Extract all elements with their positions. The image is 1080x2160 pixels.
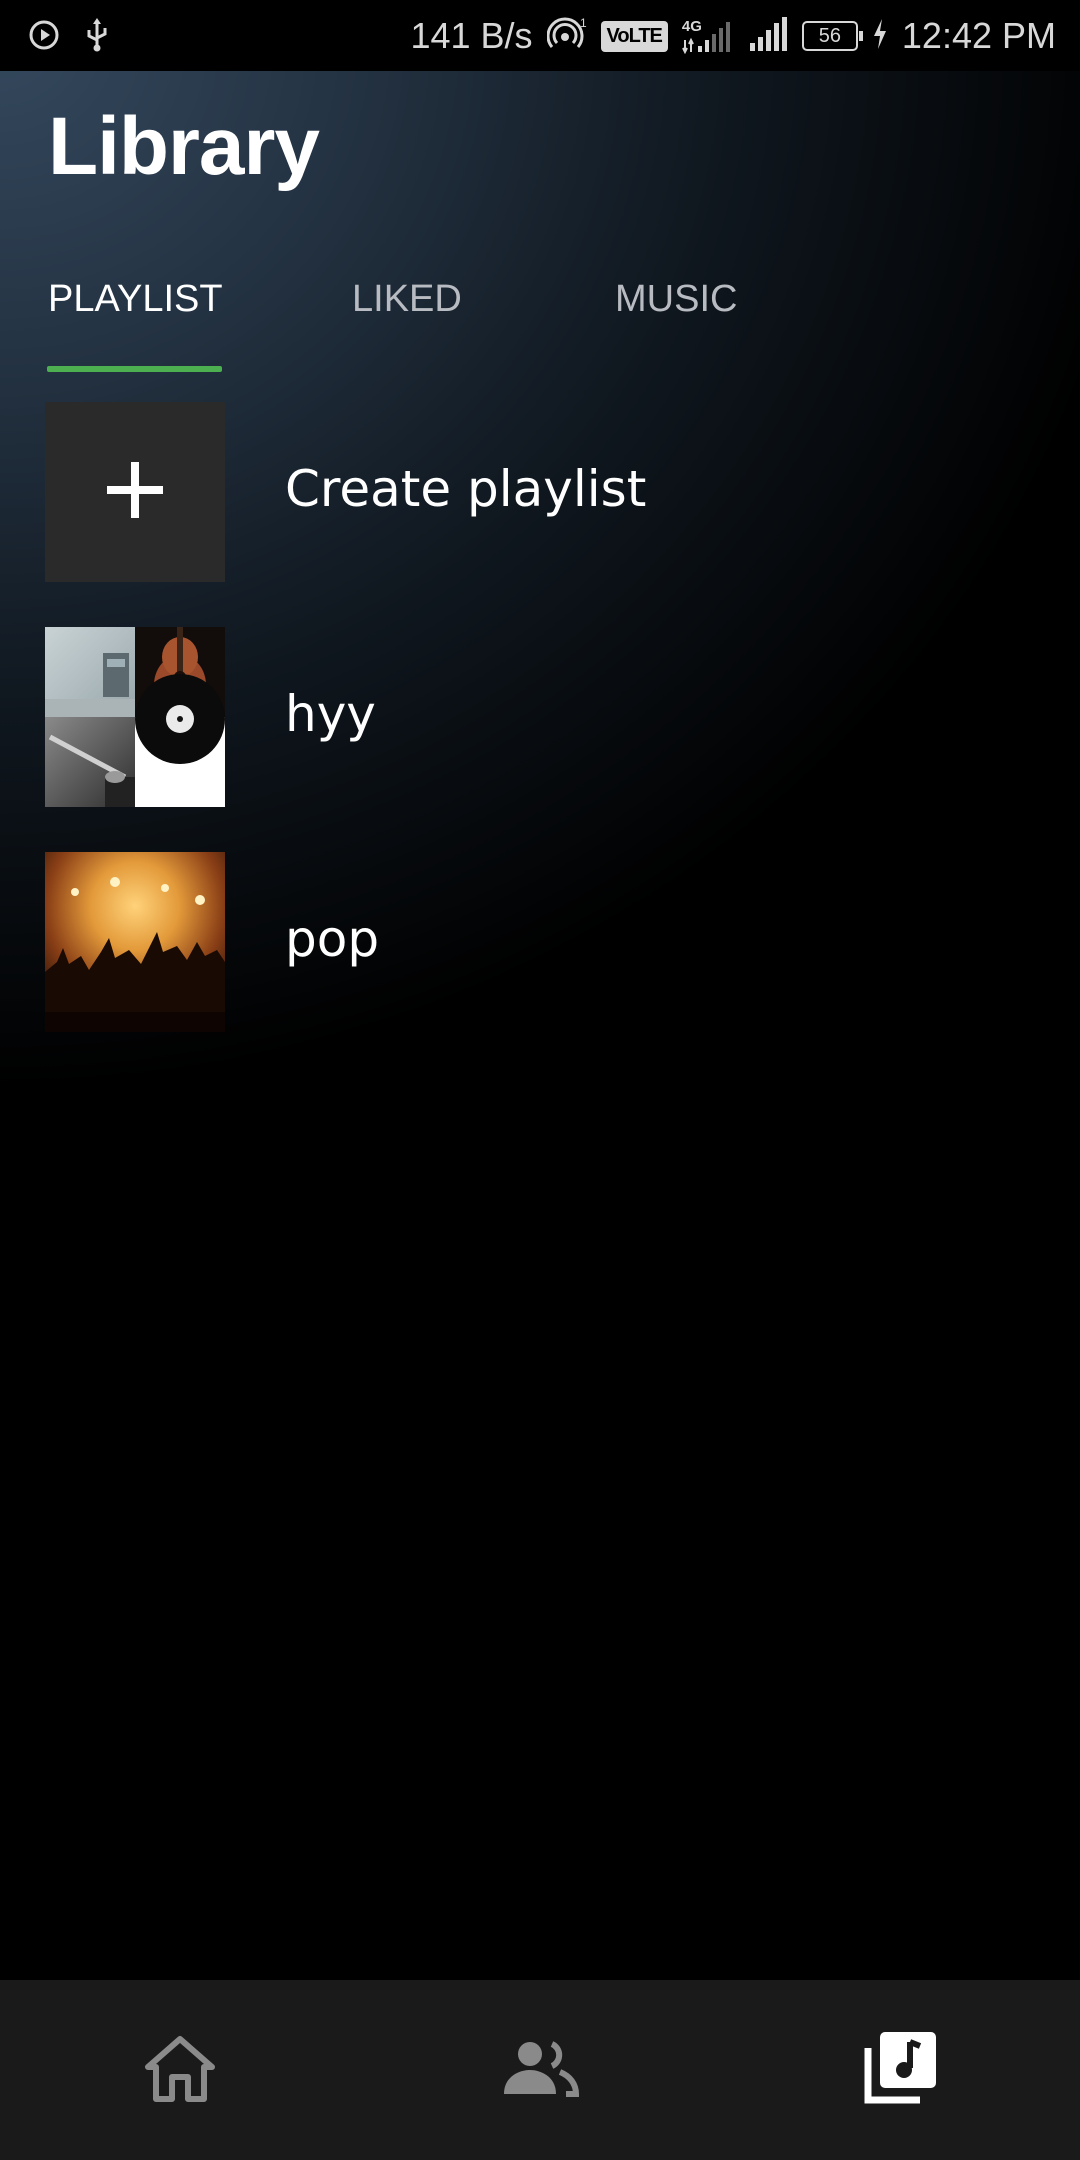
- status-bar: 141 B/s 1 VoLTE 4G 56 12:42 PM: [0, 0, 1080, 71]
- tab-active-indicator: [47, 366, 222, 372]
- usb-icon: [84, 18, 110, 57]
- tab-music[interactable]: MUSIC: [615, 278, 737, 321]
- playlist-thumb-concert: [45, 852, 225, 1032]
- people-icon: [500, 2038, 580, 2102]
- mobile-data-icon: 4G: [682, 18, 734, 54]
- playlist-thumb-collage: [45, 627, 225, 807]
- battery-icon: 56: [801, 21, 863, 51]
- plus-icon: [105, 460, 165, 524]
- library-screen: 141 B/s 1 VoLTE 4G 56 12:42 PM Library P…: [0, 0, 1080, 2160]
- tab-bar: PLAYLIST LIKED MUSIC: [0, 270, 1080, 380]
- home-icon: [142, 2033, 218, 2107]
- library-music-icon: [860, 2028, 940, 2112]
- list-item[interactable]: hyy: [0, 627, 1080, 807]
- nav-library[interactable]: [850, 2020, 950, 2120]
- tab-liked[interactable]: LIKED: [352, 278, 462, 321]
- playlist-name: hyy: [285, 685, 376, 743]
- signal-icon: [748, 16, 788, 56]
- bottom-nav: [0, 1980, 1080, 2160]
- volte-badge: VoLTE: [600, 20, 668, 52]
- nav-home[interactable]: [130, 2020, 230, 2120]
- create-playlist-item[interactable]: Create playlist: [0, 402, 1080, 582]
- hotspot-icon: 1: [546, 16, 587, 56]
- collage-instruments-icon: [45, 627, 225, 807]
- tab-playlist[interactable]: PLAYLIST: [48, 278, 223, 321]
- play-status-icon: [28, 19, 60, 56]
- net-speed: 141 B/s: [410, 15, 533, 56]
- charging-icon: [872, 18, 888, 54]
- concert-crowd-image: [45, 852, 225, 1032]
- page-title: Library: [48, 101, 320, 192]
- create-playlist-thumb: [45, 402, 225, 582]
- clock: 12:42 PM: [901, 15, 1056, 56]
- create-playlist-label: Create playlist: [285, 460, 647, 518]
- playlist-name: pop: [285, 910, 380, 968]
- svg-text:1: 1: [580, 17, 587, 30]
- nav-social[interactable]: [490, 2020, 590, 2120]
- list-item[interactable]: pop: [0, 852, 1080, 1032]
